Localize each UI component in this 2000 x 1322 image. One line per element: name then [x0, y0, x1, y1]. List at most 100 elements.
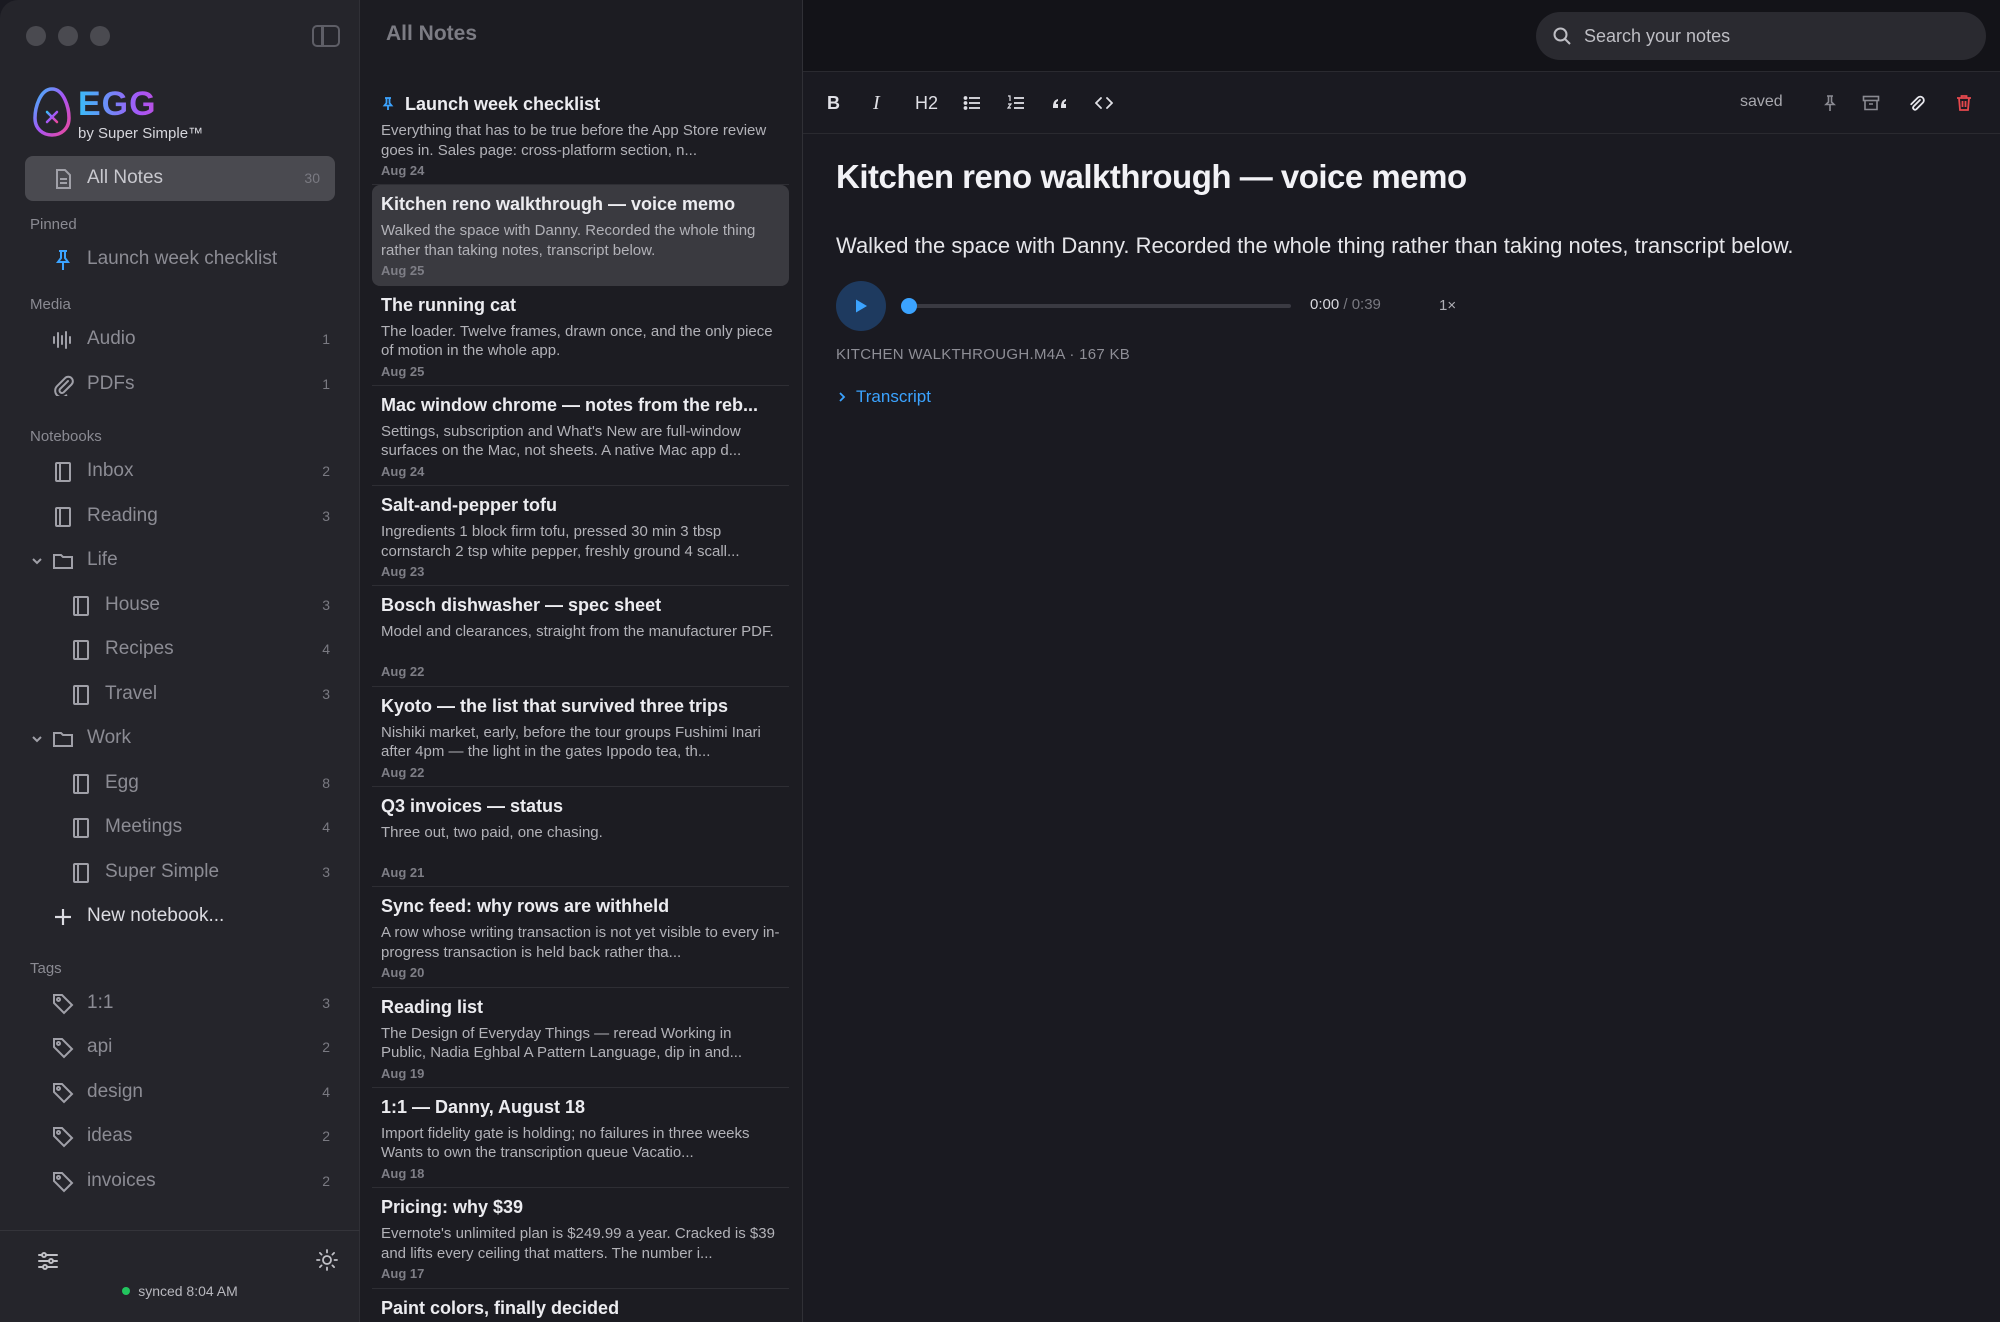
sidebar-item-pdfs[interactable]: PDFs 1: [0, 362, 360, 407]
note-list-title: All Notes: [386, 22, 478, 45]
sidebar-item-count: 3: [322, 863, 330, 880]
sidebar-toggle-icon[interactable]: [312, 25, 340, 47]
audio-scrubber-handle[interactable]: [901, 298, 917, 314]
note-item[interactable]: Bosch dishwasher — spec sheet Model and …: [372, 586, 789, 687]
notebook-icon: [55, 462, 71, 482]
sidebar-item-count: 4: [322, 819, 330, 836]
trash-icon[interactable]: [1955, 94, 1973, 112]
note-item[interactable]: Salt-and-pepper tofu Ingredients 1 block…: [372, 486, 789, 587]
pin-icon[interactable]: [1821, 94, 1839, 112]
bullet-list-icon: [963, 96, 980, 110]
new-notebook-button[interactable]: New notebook...: [0, 894, 360, 939]
note-date: Aug 20: [381, 965, 425, 981]
bullet-list-button[interactable]: [963, 92, 981, 114]
document-icon: [56, 169, 71, 189]
numbered-list-button[interactable]: [1007, 92, 1025, 114]
sidebar-item-audio[interactable]: Audio 1: [0, 317, 360, 362]
sidebar-tag-invoices[interactable]: invoices 2: [0, 1159, 360, 1204]
note-item[interactable]: Launch week checklist Everything that ha…: [372, 85, 789, 186]
sun-icon[interactable]: [316, 1249, 338, 1271]
note-title: Mac window chrome — notes from the reb..…: [381, 394, 759, 415]
sidebar-item-super-simple[interactable]: Super Simple 3: [0, 850, 360, 895]
note-item[interactable]: Paint colors, finally decided: [372, 1289, 789, 1319]
note-title: Reading list: [381, 996, 484, 1017]
sidebar-tag-1-1[interactable]: 1:1 3: [0, 981, 360, 1026]
play-button[interactable]: [836, 281, 886, 331]
sidebar-item-house[interactable]: House 3: [0, 583, 360, 628]
heading-button[interactable]: H2: [915, 92, 938, 114]
note-preview: Three out, two paid, one chasing.: [381, 824, 603, 842]
numbered-list-icon: [1007, 95, 1024, 109]
code-button[interactable]: [1095, 92, 1113, 114]
note-title: 1:1 — Danny, August 18: [381, 1096, 586, 1117]
sidebar-tag-design[interactable]: design 4: [0, 1070, 360, 1115]
chevron-down-icon[interactable]: [30, 554, 44, 568]
attachment-file-info: KITCHEN WALKTHROUGH.M4A · 167 KB: [836, 346, 1131, 363]
chevron-down-icon[interactable]: [30, 732, 44, 746]
minimize-window-button[interactable]: [58, 26, 78, 46]
note-body-text[interactable]: Walked the space with Danny. Recorded th…: [836, 233, 1794, 259]
sidebar-item-recipes[interactable]: Recipes 4: [0, 627, 360, 672]
sidebar-item-label: Audio: [87, 328, 136, 350]
audio-duration: / 0:39: [1339, 296, 1381, 313]
note-item[interactable]: Pricing: why $39 Evernote's unlimited pl…: [372, 1188, 789, 1289]
close-window-button[interactable]: [26, 26, 46, 46]
notebook-icon: [73, 595, 89, 616]
note-item[interactable]: Mac window chrome — notes from the reb..…: [372, 386, 789, 487]
sidebar-item-meetings[interactable]: Meetings 4: [0, 805, 360, 850]
sidebar-item-travel[interactable]: Travel 3: [0, 672, 360, 717]
sidebar-item-label: Reading: [87, 504, 158, 526]
note-item[interactable]: Q3 invoices — status Three out, two paid…: [372, 787, 789, 888]
note-preview: Evernote's unlimited plan is $249.99 a y…: [381, 1225, 775, 1262]
note-date: Aug 21: [381, 865, 425, 881]
note-title-heading[interactable]: Kitchen reno walkthrough — voice memo: [836, 158, 1467, 196]
sidebar-item-reading[interactable]: Reading 3: [0, 494, 360, 539]
sidebar-item-egg[interactable]: Egg 8: [0, 761, 360, 806]
filters-icon[interactable]: [36, 1249, 60, 1273]
zoom-window-button[interactable]: [90, 26, 110, 46]
search-icon: [1553, 27, 1571, 45]
notebook-icon: [55, 506, 71, 527]
audio-scrubber-track[interactable]: [908, 304, 1291, 308]
note-date: Aug 25: [381, 363, 425, 379]
note-item-selected[interactable]: Kitchen reno walkthrough — voice memo Wa…: [372, 185, 789, 286]
search-input[interactable]: Search your notes: [1536, 12, 1986, 60]
sidebar-folder-work[interactable]: Work: [0, 716, 360, 761]
folder-icon: [53, 554, 73, 569]
attachment-icon[interactable]: [1907, 94, 1925, 112]
sync-dot: [122, 1287, 131, 1295]
playback-speed-button[interactable]: 1×: [1439, 297, 1456, 314]
search-placeholder: Search your notes: [1584, 25, 1731, 46]
note-item[interactable]: The running cat The loader. Twelve frame…: [372, 286, 789, 386]
italic-button[interactable]: I: [873, 92, 880, 114]
window-controls: [26, 26, 110, 46]
sidebar-item-inbox[interactable]: Inbox 2: [0, 449, 360, 494]
sidebar-tag-ideas[interactable]: ideas 2: [0, 1114, 360, 1159]
archive-icon[interactable]: [1862, 94, 1880, 112]
note-item[interactable]: Kyoto — the list that survived three tri…: [372, 687, 789, 788]
sidebar-tag-api[interactable]: api 2: [0, 1025, 360, 1070]
sidebar-item-launch-week-checklist[interactable]: Launch week checklist: [0, 237, 360, 282]
sidebar-item-label: Work: [87, 727, 131, 749]
note-title: Salt-and-pepper tofu: [381, 495, 557, 516]
quote-button[interactable]: [1051, 92, 1069, 114]
tag-count: 3: [322, 994, 330, 1011]
sidebar-item-all-notes[interactable]: All Notes 30: [25, 156, 335, 201]
section-title-tags: Tags: [30, 959, 62, 977]
transcript-toggle[interactable]: Transcript: [836, 387, 931, 407]
bold-button[interactable]: B: [827, 92, 840, 114]
sidebar-item-count: 8: [322, 774, 330, 791]
sidebar-folder-life[interactable]: Life: [0, 538, 360, 583]
plus-icon: [55, 909, 71, 925]
tag-icon: [53, 1038, 74, 1059]
note-date: Aug 18: [381, 1165, 425, 1181]
note-title: Kyoto — the list that survived three tri…: [381, 695, 729, 716]
note-title: Bosch dishwasher — spec sheet: [381, 595, 662, 616]
sidebar-item-count: 4: [322, 641, 330, 658]
note-item[interactable]: 1:1 — Danny, August 18 Import fidelity g…: [372, 1088, 789, 1189]
note-item[interactable]: Reading list The Design of Everyday Thin…: [372, 988, 789, 1088]
sidebar-item-label: Travel: [105, 682, 158, 704]
tag-icon: [53, 1082, 74, 1103]
paperclip-icon: [54, 375, 74, 396]
note-item[interactable]: Sync feed: why rows are withheld A row w…: [372, 887, 789, 988]
